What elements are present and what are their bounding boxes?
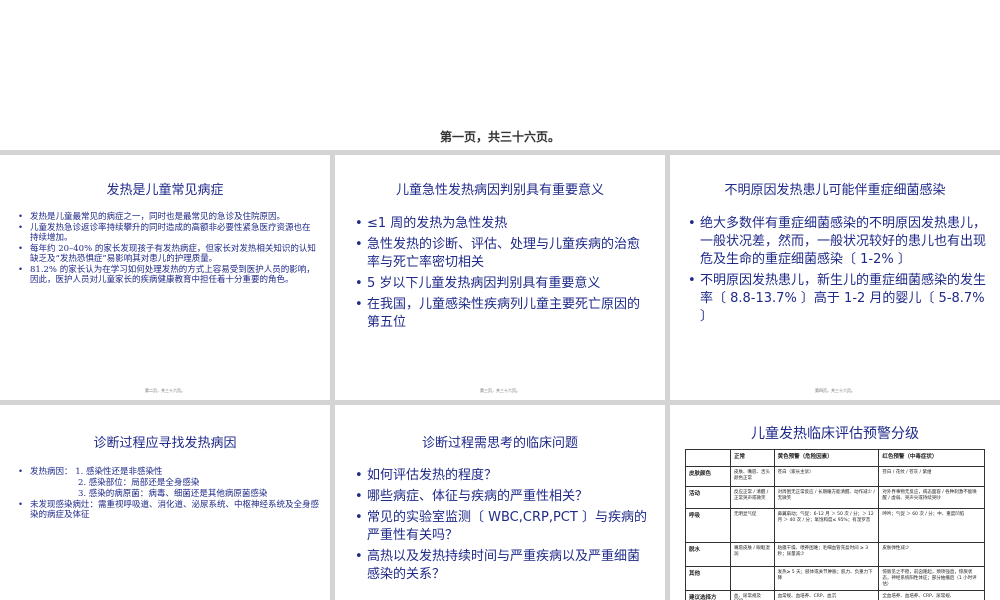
- slide-card-3[interactable]: 不明原因发热患儿可能伴重症细菌感染 绝大多数伴有重症细菌感染的不明原因发热患儿，…: [670, 155, 1000, 400]
- slide-footer: 第二页，共三十六页。: [145, 388, 185, 393]
- slide-title: 不明原因发热患儿可能伴重症细菌感染: [724, 183, 946, 198]
- row-header-cell: 活动: [685, 486, 731, 509]
- row-header-cell: 脱水: [685, 542, 731, 567]
- list-item: 急性发热的诊断、评估、处理与儿童疾病的治愈率与死亡率密切相关: [355, 236, 650, 272]
- table-header-cell: 黄色预警（危险因素）: [773, 449, 880, 467]
- list-item: 如何评估发热的程度？: [355, 467, 650, 485]
- slide-title: 儿童发热临床评估预警分级: [751, 426, 919, 442]
- table-row: 呼吸 无明显气促 鼻翼扇动；气促：6-12 月 ＞ 50 次 / 分；＞ 12 …: [685, 508, 985, 543]
- table-cell: 呻吟；气促 ＞ 60 次 / 分；中、重度凹陷: [878, 508, 985, 543]
- table-cell: 反应正常 / 清醒 / 正常哭声或微笑: [730, 486, 775, 509]
- table-cell: 无明显气促: [730, 508, 775, 543]
- table-cell: 苍白（家长主诉）: [773, 466, 880, 487]
- list-item: 未发现感染病灶：需重视呼吸道、消化道、泌尿系统、中枢神经系统及全身感染的病症及体…: [18, 500, 323, 520]
- slide-card-5[interactable]: 诊断过程需思考的临床问题 如何评估发热的程度？ 哪些病症、体征与疾病的严重性相关…: [335, 405, 665, 600]
- list-item: 3. 感染的病原菌：病毒、细菌还是其他病原菌感染: [78, 489, 268, 499]
- list-item: 哪些病症、体征与疾病的严重性相关？: [355, 488, 650, 506]
- list-item: 每年约 20–40% 的家长发现孩子有发热病症，但家长对发热相关知识的认知缺乏及…: [18, 244, 316, 264]
- table-cell: 鼻翼扇动；气促：6-12 月 ＞ 50 次 / 分；＞ 12 月 ＞ 40 次 …: [773, 508, 880, 543]
- list-item: 2. 感染部位：局部还是全身感染: [78, 478, 200, 488]
- table-cell: 惊厥见之不稳，前囟隆起，颈项强直，惊厥状态，神经系统阳性体征；部分抽搐后（1 小…: [878, 566, 985, 591]
- slide-title: 儿童急性发热病因判别具有重要意义: [395, 183, 604, 198]
- table-row: 活动 反应正常 / 清醒 / 正常哭声或微笑 对周围无正常反应 / 长期睡方能清…: [685, 486, 985, 509]
- list-item: 不明原因发热患儿，新生儿的重症细菌感染的发生率〔 8.8-13.7% 〕高于 1…: [688, 272, 988, 326]
- list-item: 5 岁以下儿童发热病因判别具有重要意义: [355, 275, 650, 293]
- table-header-cell: [685, 449, 731, 467]
- slide-card-2[interactable]: 儿童急性发热病因判别具有重要意义 ≤1 周的发热为急性发热 急性发热的诊断、评估…: [335, 155, 665, 400]
- table-row: 皮肤颜色 皮肤、嘴唇、舌头颜色正常 苍白（家长主诉） 苍白 / 花纹 / 苍灰 …: [685, 466, 985, 487]
- slide-title: 发热是儿童常见病症: [106, 183, 224, 198]
- bullet-list: 发热病因： 1. 感染性还是非感染性 2. 感染部位：局部还是全身感染 3. 感…: [18, 467, 323, 521]
- table-row: 建议选择方 血、尿常规及 CRP 血常规、血培养、CRP、血沉 全血培养、血培养…: [685, 590, 985, 600]
- table-cell: 对周围无正常反应 / 长期睡方能清醒、动作减少 / 无微笑: [773, 486, 880, 509]
- table-cell: 全血培养、血培养、CRP、尿常规、: [878, 590, 985, 600]
- table-header-row: 正常 黄色预警（危险因素） 红色预警（中毒症状）: [685, 449, 985, 467]
- slide-title: 诊断过程应寻找发热病因: [93, 436, 237, 451]
- slide-card-6[interactable]: 儿童发热临床评估预警分级 正常 黄色预警（危险因素） 红色预警（中毒症状） 皮肤…: [670, 405, 1000, 600]
- row-header-cell: 建议选择方: [685, 590, 731, 600]
- bullet-list: 绝大多数伴有重症细菌感染的不明原因发热患儿，一般状况差，然而，一般状况较好的患儿…: [688, 215, 988, 329]
- list-item: 高热以及发热持续时间与严重疾病以及严重细菌感染的关系？: [355, 548, 650, 584]
- list-item: 常见的实验室监测〔 WBC,CRP,PCT 〕与疾病的严重性有关吗？: [355, 509, 650, 545]
- slide-title: 诊断过程需思考的临床问题: [421, 436, 578, 451]
- warning-grade-table: 正常 黄色预警（危险因素） 红色预警（中毒症状） 皮肤颜色 皮肤、嘴唇、舌头颜色…: [685, 449, 985, 600]
- row-header-cell: 皮肤颜色: [685, 466, 731, 487]
- table-cell: 皮肤弹性减少: [878, 542, 985, 567]
- list-item: 发热是儿童最常见的病症之一，同时也是最常见的急诊及住院原因。: [18, 212, 316, 222]
- list-item: 在我国，儿童感染性疾病列儿童主要死亡原因的第五位: [355, 296, 650, 332]
- list-item: ≤1 周的发热为急性发热: [355, 215, 650, 233]
- bullet-list: ≤1 周的发热为急性发热 急性发热的诊断、评估、处理与儿童疾病的治愈率与死亡率密…: [355, 215, 650, 335]
- list-item: 儿童发热急诊返诊率持续攀升的同时造成的高额非必要性紧急医疗资源也在持续增加。: [18, 223, 316, 243]
- table-row: 其他 发热≥ 5 天；肢体或关节肿胀；肌力、负重力下降 惊厥见之不稳，前囟隆起，…: [685, 566, 985, 591]
- table-cell: 血常规、血培养、CRP、血沉: [773, 590, 880, 600]
- table-header-cell: 红色预警（中毒症状）: [878, 449, 985, 467]
- table-cell: 苍白 / 花纹 / 苍灰 / 紫绀: [878, 466, 985, 487]
- slide-card-4[interactable]: 诊断过程应寻找发热病因 发热病因： 1. 感染性还是非感染性 2. 感染部位：局…: [0, 405, 330, 600]
- row-header-cell: 其他: [685, 566, 731, 591]
- table-cell: 发热≥ 5 天；肢体或关节肿胀；肌力、负重力下降: [773, 566, 880, 591]
- table-row: 脱水 嘴唇皮肤 / 眼眶湿润 粘膜干燥、喂养困难；毛细血管充盈时间 ≥ 3 秒；…: [685, 542, 985, 567]
- slide-footer: 第三页，共三十六页。: [480, 388, 520, 393]
- table-cell: 皮肤、嘴唇、舌头颜色正常: [730, 466, 775, 487]
- page-caption: 第一页，共三十六页。: [439, 130, 560, 144]
- bullet-list: 发热是儿童最常见的病症之一，同时也是最常见的急诊及住院原因。 儿童发热急诊返诊率…: [18, 212, 316, 286]
- slide-footer: 第四页，共三十六页。: [815, 388, 855, 393]
- list-item: 81.2% 的家长认为在学习如何处理发热的方式上容易受到医护人员的影响，因此，医…: [18, 265, 316, 285]
- table-cell: 嘴唇皮肤 / 眼眶湿润: [730, 542, 775, 567]
- bullet-list: 如何评估发热的程度？ 哪些病症、体征与疾病的严重性相关？ 常见的实验室监测〔 W…: [355, 467, 650, 587]
- list-item: 发热病因： 1. 感染性还是非感染性: [18, 467, 323, 477]
- table-cell: 对外界事物无反应，病态面容 / 各种刺激不能唤醒 / 虚弱、哭声尖或持续哭吵: [878, 486, 985, 509]
- table-cell: 粘膜干燥、喂养困难；毛细血管充盈时间 ≥ 3 秒；尿量减少: [773, 542, 880, 567]
- table-header-cell: 正常: [730, 449, 775, 467]
- list-item: 绝大多数伴有重症细菌感染的不明原因发热患儿，一般状况差，然而，一般状况较好的患儿…: [688, 215, 988, 269]
- table-cell: 血、尿常规及 CRP: [730, 590, 775, 600]
- slide-card-1[interactable]: 发热是儿童常见病症 发热是儿童最常见的病症之一，同时也是最常见的急诊及住院原因。…: [0, 155, 330, 400]
- row-header-cell: 呼吸: [685, 508, 731, 543]
- table-cell: [730, 566, 775, 591]
